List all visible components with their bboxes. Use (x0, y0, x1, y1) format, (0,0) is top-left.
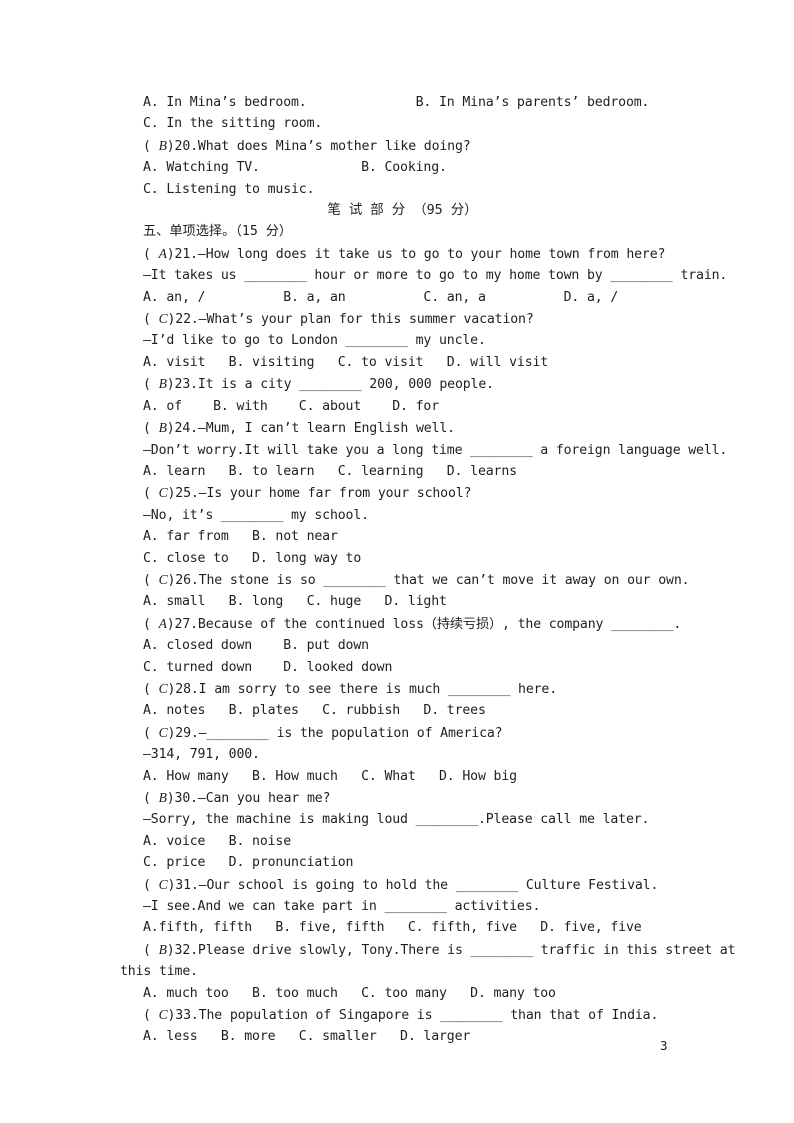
section-heading-five: 五、单项选择。（15 分） (143, 224, 293, 240)
question-stem: ( C)22.—What’s your plan for this summer… (143, 308, 680, 330)
question-body-line: —I’d like to go to London ________ my un… (143, 333, 486, 349)
paren-open: ( (143, 681, 159, 697)
page-number: 3 (660, 1038, 668, 1053)
question-options-line: A. notes B. plates C. rubbish D. trees (143, 703, 486, 719)
question-stem: ( A)21.—How long does it take us to go t… (143, 243, 680, 265)
question-options-line: C. turned down D. looked down (143, 659, 393, 675)
question-text: )29.—________ is the population of Ameri… (167, 725, 503, 741)
answer-key: B (158, 376, 167, 392)
question-body-line: —Don’t worry.It will take you a long tim… (143, 442, 728, 458)
question-text: )23.It is a city ________ 200, 000 peopl… (166, 377, 494, 393)
q20-options-line-1: A. Watching TV. B. Cooking. (143, 160, 447, 176)
question-options-line: A. of B. with C. about D. for (143, 398, 440, 414)
question-stem: ( C)29.—________ is the population of Am… (143, 722, 680, 744)
question-text: )33.The population of Singapore is _____… (167, 1008, 659, 1024)
question-options-line: A. voice B. noise (143, 833, 292, 849)
answer-key: C (158, 876, 168, 892)
question-list: ( A)21.—How long does it take us to go t… (120, 243, 736, 1048)
written-part-title: 笔 试 部 分 （95 分） (327, 203, 478, 219)
question-stem: ( C)31.—Our school is going to hold the … (143, 874, 680, 896)
answer-key: B (158, 790, 167, 805)
q20-options-line-2: C. Listening to music. (143, 181, 315, 197)
question-options-line: C. close to D. long way to (143, 550, 362, 566)
paren-open: ( (143, 942, 159, 958)
answer-key: C (158, 1007, 168, 1023)
answer-key: C (158, 311, 168, 327)
question-text: )30.—Can you hear me? (166, 791, 331, 806)
answer-key: A (158, 245, 167, 261)
question-stem: ( B)24.—Mum, I can’t learn English well. (143, 417, 680, 439)
question-text: )21.—How long does it take us to go to y… (166, 246, 666, 262)
question-20-stem: ( B)20.What does Mina’s mother like doin… (143, 135, 680, 157)
answer-key: C (158, 485, 168, 501)
question-body-line: —It takes us ________ hour or more to go… (143, 268, 728, 284)
question-options-line: A. How many B. How much C. What D. How b… (143, 768, 517, 784)
question-options-line: A. learn B. to learn C. learning D. lear… (143, 463, 517, 479)
question-text: )28.I am sorry to see there is much ____… (167, 681, 558, 697)
question-options-line: C. price D. pronunciation (143, 855, 354, 871)
answer-key: C (158, 724, 168, 740)
paren-open: ( (143, 1008, 159, 1024)
answer-key-20: B (158, 137, 167, 153)
question-options-line: A. visit B. visiting C. to visit D. will… (143, 354, 549, 370)
q19-options-line-1: A. In Mina’s bedroom. B. In Mina’s paren… (143, 95, 650, 110)
question-options-line: A.fifth, fifth B. five, fifth C. fifth, … (143, 920, 642, 936)
question-options-line: A. an, / B. a, an C. an, a D. a, / (143, 289, 619, 305)
answer-key: C (158, 571, 168, 587)
paren-open: ( (143, 377, 159, 393)
paren-open: ( (143, 725, 159, 741)
paren-open: ( (143, 791, 159, 806)
question-stem: ( B)30.—Can you hear me? (143, 787, 680, 809)
question-text: )22.—What’s your plan for this summer va… (167, 312, 534, 328)
question-options-line: A. closed down B. put down (143, 638, 369, 654)
question-stem: ( C)25.—Is your home far from your schoo… (143, 482, 680, 504)
q19-options-line-2: C. In the sitting room. (143, 116, 323, 132)
question-body-line: —No, it’s ________ my school. (143, 507, 369, 523)
question-text: )32.Please drive slowly, Tony.There is _… (166, 942, 736, 958)
question-options-line: A. less B. more C. smaller D. larger (143, 1029, 471, 1045)
question-text: )25.—Is your home far from your school? (167, 486, 472, 502)
paren-open: ( (143, 138, 159, 154)
question-options-line: A. small B. long C. huge D. light (143, 594, 447, 610)
paren-open: ( (143, 421, 159, 437)
paren-open: ( (143, 572, 159, 588)
exam-page: A. In Mina’s bedroom. B. In Mina’s paren… (0, 0, 794, 1123)
question-text: )26.The stone is so ________ that we can… (167, 572, 690, 588)
paren-open: ( (143, 312, 159, 328)
paren-open: ( (143, 616, 159, 632)
question-body-line: —Sorry, the machine is making loud _____… (143, 812, 650, 828)
question-stem: ( C)26.The stone is so ________ that we … (143, 569, 690, 591)
question-stem: ( A)27.Because of the continued loss（持续亏… (143, 613, 682, 635)
answer-key: C (158, 680, 168, 696)
question-stem: ( C)33.The population of Singapore is __… (143, 1004, 680, 1026)
question-stem: ( B)23.It is a city ________ 200, 000 pe… (143, 373, 680, 395)
answer-key: A (158, 615, 167, 631)
question-options-line: A. far from B. not near (143, 529, 338, 545)
answer-key: B (158, 420, 167, 436)
question-text: )24.—Mum, I can’t learn English well. (166, 421, 455, 437)
question-body-line: —314, 791, 000. (143, 747, 260, 763)
question-body-line: —I see.And we can take part in ________ … (143, 899, 541, 915)
question-text: )31.—Our school is going to hold the ___… (167, 877, 659, 893)
question-stem: ( C)28.I am sorry to see there is much _… (143, 678, 680, 700)
question-20-text: )20.What does Mina’s mother like doing? (166, 138, 471, 154)
question-text: )27.Because of the continued loss（持续亏损）,… (166, 616, 682, 632)
answer-key: B (158, 941, 167, 957)
question-stem: ( B)32.Please drive slowly, Tony.There i… (143, 939, 736, 961)
paren-open: ( (143, 246, 159, 262)
question-options-line: A. much too B. too much C. too many D. m… (143, 985, 556, 1001)
paren-open: ( (143, 486, 159, 502)
paren-open: ( (143, 877, 159, 893)
question-continuation-line: this time. (120, 964, 198, 980)
page-content: A. In Mina’s bedroom. B. In Mina’s paren… (120, 92, 736, 1048)
